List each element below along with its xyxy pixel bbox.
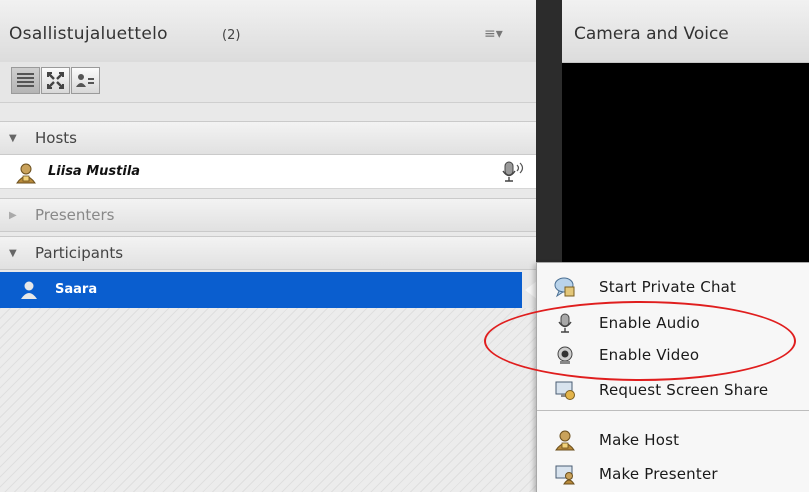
breakout-icon [47,72,64,89]
menu-separator [537,410,809,411]
camera-pod-title: Camera and Voice [574,24,729,44]
menu-item-start-private-chat[interactable]: Start Private Chat [537,272,809,302]
attendee-row-selected[interactable]: Saara [0,272,522,308]
attendee-row[interactable]: Liisa Mustila [0,155,536,189]
host-icon [16,163,36,184]
host-icon [555,430,575,451]
empty-list-area [0,308,536,492]
menu-item-label: Request Screen Share [599,381,769,399]
section-label: Hosts [35,129,77,147]
section-hosts[interactable]: ▼ Hosts [0,121,536,155]
menu-item-label: Make Presenter [599,465,718,483]
menu-item-label: Make Host [599,431,680,449]
highlight-ellipse [484,301,796,381]
pod-options-menu-icon[interactable]: ≡▾ [484,26,503,42]
microphone-active-icon [502,161,524,182]
expand-triangle-icon: ▼ [9,133,17,144]
section-label: Participants [35,244,124,262]
presenter-icon [555,465,575,485]
section-presenters[interactable]: ▶ Presenters [0,198,536,232]
attendee-count: (2) [222,28,241,43]
section-label: Presenters [35,206,115,224]
view-toolbar [0,62,536,103]
expand-triangle-icon: ▼ [9,248,17,259]
menu-item-label: Start Private Chat [599,278,737,296]
list-view-button[interactable] [11,67,40,94]
attendee-name: Saara [55,282,98,297]
screen-share-icon [555,381,575,400]
status-view-button[interactable] [71,67,100,94]
section-participants[interactable]: ▼ Participants [0,236,536,270]
chat-bubble-icon [554,277,575,298]
attendee-pod: Osallistujaluettelo (2) ≡▾ ▼ Hosts Liisa… [0,0,536,492]
list-view-icon [17,73,34,87]
breakout-view-button[interactable] [41,67,70,94]
attendee-name: Liisa Mustila [48,164,141,179]
status-view-icon [76,74,94,87]
pod-title: Osallistujaluettelo [9,24,168,44]
collapse-triangle-icon: ▶ [9,210,17,221]
participant-icon [21,281,37,299]
menu-item-make-host[interactable]: Make Host [537,425,809,455]
menu-item-make-presenter[interactable]: Make Presenter [537,459,809,489]
